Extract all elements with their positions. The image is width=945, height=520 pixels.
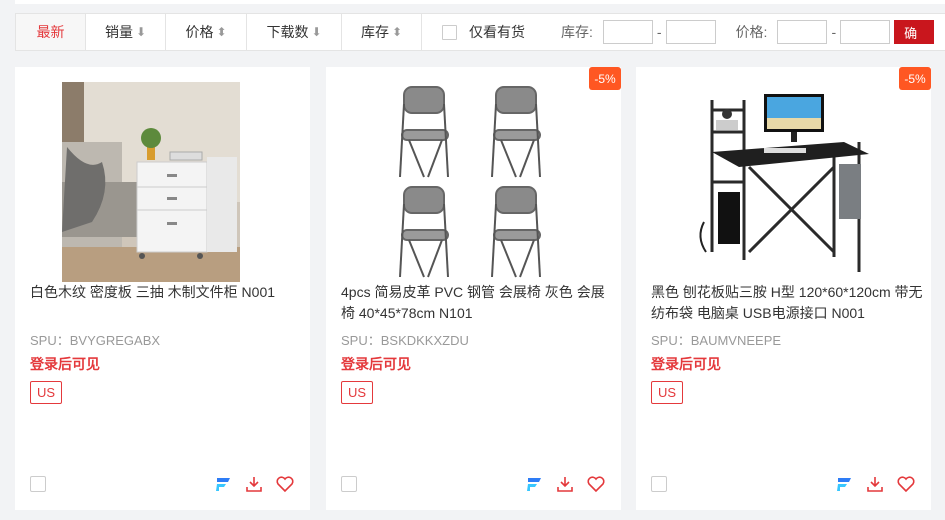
select-checkbox[interactable]	[651, 476, 667, 492]
sort-stock-label: 库存	[360, 24, 389, 40]
heart-icon[interactable]	[586, 474, 606, 494]
region-tag: US	[341, 381, 374, 404]
download-icon[interactable]	[555, 474, 575, 494]
range-dash: -	[831, 24, 837, 40]
card-actions	[834, 474, 916, 494]
product-image[interactable]	[384, 82, 564, 282]
brand-f-icon[interactable]	[524, 474, 544, 494]
sort-price-button[interactable]: 价格 ⬍	[166, 14, 247, 50]
stock-range-label: 库存:	[561, 24, 593, 40]
card-actions	[524, 474, 606, 494]
price-login-notice: 登录后可见	[651, 356, 721, 372]
product-card[interactable]: 白色木纹 密度板 三抽 木制文件柜 N001 SPU：BVYGREGABX 登录…	[15, 67, 310, 510]
region-tag: US	[30, 381, 63, 404]
price-range: 价格: -	[736, 20, 891, 44]
product-spu: SPU：BSKDKKXZDU	[341, 333, 469, 348]
brand-f-icon[interactable]	[213, 474, 233, 494]
sort-updown-icon: ⬍	[391, 25, 403, 39]
sort-downloads-button[interactable]: 下载数 ⬇	[247, 14, 342, 50]
top-strip	[15, 0, 945, 4]
discount-badge: -5%	[589, 67, 621, 90]
select-checkbox[interactable]	[341, 476, 357, 492]
sort-newest-button[interactable]: 最新	[16, 14, 86, 50]
filter-bar: 最新 销量 ⬇ 价格 ⬍ 下载数 ⬇ 库存 ⬍ 仅看有货 库存: - 价格: -…	[15, 13, 945, 51]
product-image[interactable]	[62, 82, 240, 282]
product-title[interactable]: 黑色 刨花板贴三胺 H型 120*60*120cm 带无纺布袋 电脑桌 USB电…	[651, 282, 926, 324]
sort-downloads-label: 下载数	[266, 24, 309, 40]
region-tag: US	[651, 381, 684, 404]
card-actions	[213, 474, 295, 494]
price-range-label: 价格:	[735, 24, 768, 40]
download-icon[interactable]	[865, 474, 885, 494]
stock-max-input[interactable]	[665, 20, 716, 44]
product-image[interactable]	[694, 82, 874, 282]
product-title[interactable]: 白色木纹 密度板 三抽 木制文件柜 N001	[30, 282, 305, 303]
price-min-input[interactable]	[777, 20, 828, 44]
price-max-input[interactable]	[840, 20, 891, 44]
stock-range: 库存: -	[561, 20, 716, 44]
sort-updown-icon: ⬍	[216, 25, 227, 39]
product-spu: SPU：BAUMVNEEPE	[651, 333, 782, 348]
stock-only-checkbox[interactable]	[442, 24, 457, 40]
stock-only-label: 仅看有货	[469, 24, 525, 40]
download-icon[interactable]	[244, 474, 264, 494]
heart-icon[interactable]	[275, 474, 295, 494]
product-card[interactable]: -5% 黑色 刨花板贴三胺 H型 120*60*120cm 带无纺布袋 电脑桌 …	[636, 67, 931, 510]
discount-badge: -5%	[899, 67, 931, 90]
sort-newest-label: 最新	[36, 24, 65, 40]
price-login-notice: 登录后可见	[341, 356, 411, 372]
arrow-down-icon: ⬇	[135, 25, 147, 39]
sort-sales-label: 销量	[104, 24, 133, 40]
confirm-button[interactable]: 确	[894, 20, 935, 44]
price-login-notice: 登录后可见	[30, 356, 100, 372]
heart-icon[interactable]	[896, 474, 916, 494]
stock-only-filter[interactable]: 仅看有货	[442, 22, 525, 42]
product-title[interactable]: 4pcs 简易皮革 PVC 钢管 会展椅 灰色 会展椅 40*45*78cm N…	[341, 282, 616, 324]
brand-f-icon[interactable]	[834, 474, 854, 494]
sort-sales-button[interactable]: 销量 ⬇	[86, 14, 166, 50]
arrow-down-icon: ⬇	[311, 25, 322, 39]
sort-stock-button[interactable]: 库存 ⬍	[342, 14, 422, 50]
range-dash: -	[656, 24, 662, 40]
stock-min-input[interactable]	[602, 20, 653, 44]
select-checkbox[interactable]	[30, 476, 46, 492]
product-spu: SPU：BVYGREGABX	[30, 333, 161, 348]
sort-price-label: 价格	[185, 24, 214, 40]
product-card[interactable]: -5% 4pcs 简易皮革 PVC 钢管 会展椅 灰色 会展椅 40*45*78…	[326, 67, 621, 510]
